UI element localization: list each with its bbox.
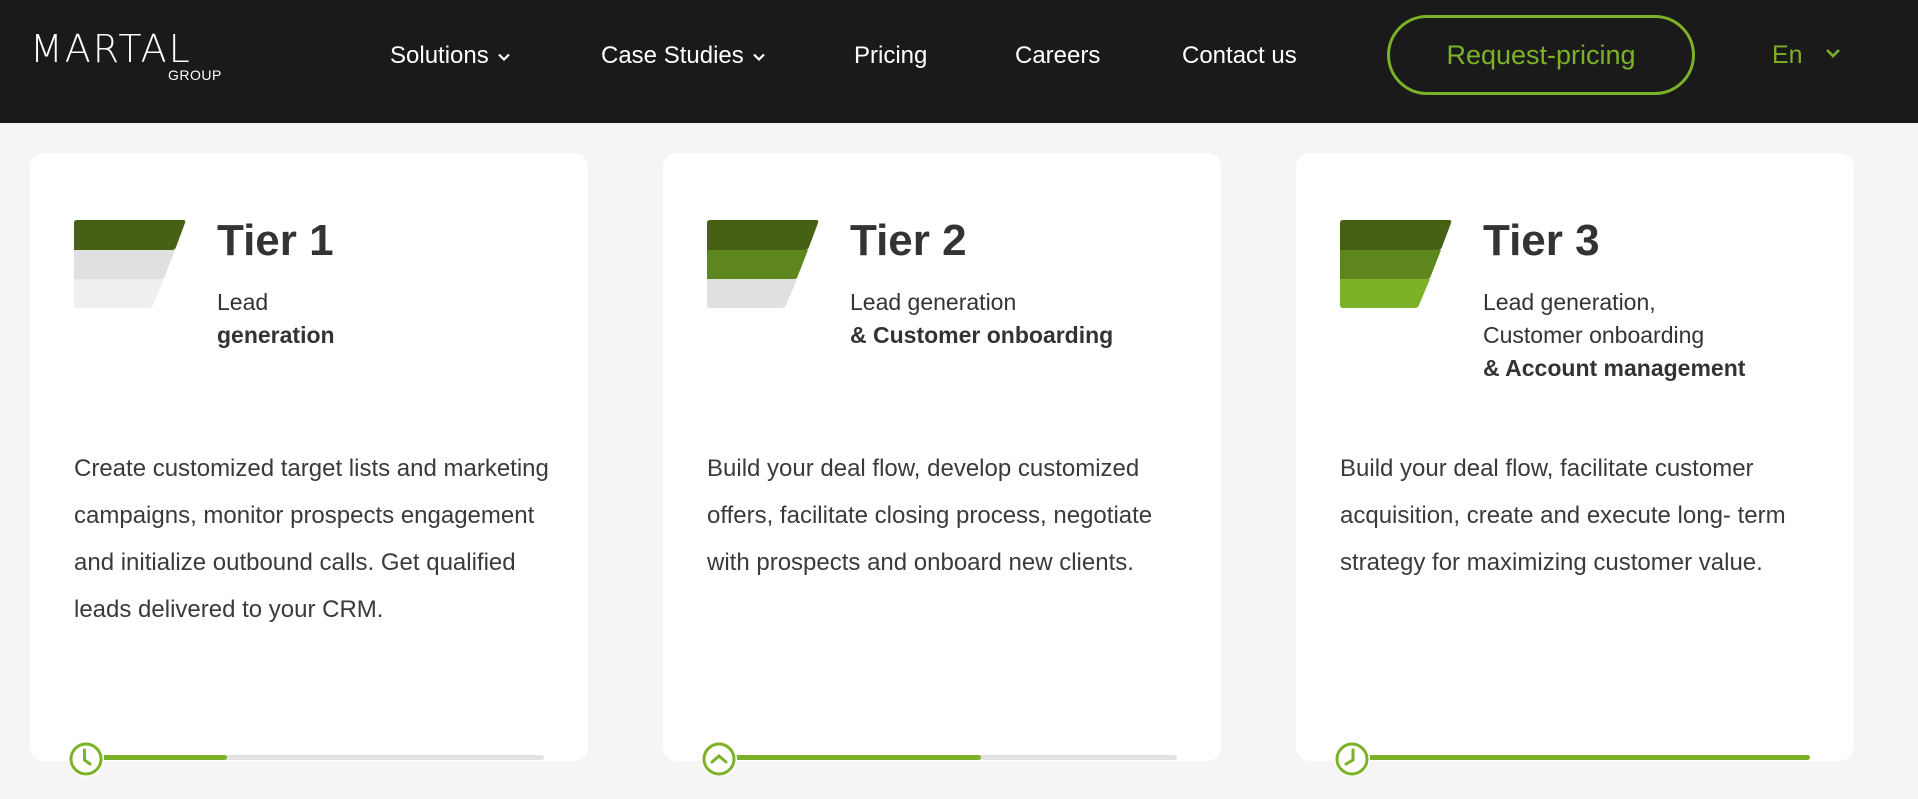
clock-icon: [68, 741, 104, 777]
tier-subtitle: Lead generation: [217, 286, 335, 352]
nav-solutions[interactable]: Solutions: [390, 39, 511, 73]
nav-case-studies[interactable]: Case Studies: [601, 39, 766, 73]
tier-level-icon: [74, 220, 186, 308]
nav-contact-us[interactable]: Contact us: [1182, 39, 1297, 73]
tier-progress: [701, 737, 1177, 777]
logo[interactable]: MARTAL GROUP: [30, 30, 230, 82]
tier-subtitle-line: Lead: [217, 289, 269, 315]
nav-pricing-label: Pricing: [854, 42, 928, 69]
tier-title: Tier 1: [217, 216, 334, 265]
request-pricing-button[interactable]: Request-pricing: [1387, 15, 1695, 95]
chevron-down-icon: [1825, 49, 1840, 58]
tier-title: Tier 2: [850, 216, 967, 265]
tier-subtitle-line: Customer onboarding: [1483, 322, 1705, 348]
tier-subtitle: Lead generation & Customer onboarding: [850, 286, 1113, 352]
tier-subtitle-line: Lead generation,: [1483, 289, 1656, 315]
nav-pricing[interactable]: Pricing: [854, 39, 927, 73]
nav-case-studies-label: Case Studies: [601, 42, 744, 69]
logo-wordmark: MARTAL: [30, 27, 192, 71]
tier-subtitle: Lead generation, Customer onboarding & A…: [1483, 286, 1745, 385]
tier-level-3: [707, 279, 797, 308]
tier-level-1: [707, 220, 819, 250]
tier-progress: [68, 737, 544, 777]
chevron-down-icon: [497, 53, 510, 62]
nav-contact-us-label: Contact us: [1182, 42, 1297, 69]
nav-careers-label: Careers: [1015, 42, 1101, 69]
tier-description: Build your deal flow, develop customized…: [707, 455, 1153, 576]
clock-icon: [1334, 741, 1370, 777]
tier-level-icon: [1340, 220, 1452, 308]
site-header: MARTAL GROUP Solutions Case Studies Pric…: [0, 0, 1918, 123]
tier-subtitle-bold: generation: [217, 322, 335, 348]
progress-track: [1364, 755, 1810, 760]
chevron-up-circle-icon: [701, 741, 737, 777]
progress-fill: [731, 755, 981, 760]
tier-level-2: [1340, 250, 1441, 279]
tier-level-3: [1340, 279, 1430, 308]
tier-card-1: Tier 1 Lead generation Create customized…: [30, 153, 588, 777]
tier-level-1: [1340, 220, 1452, 250]
language-label: En: [1772, 40, 1803, 69]
tier-level-1: [74, 220, 186, 250]
tier-progress: [1334, 737, 1810, 777]
tier-level-icon: [707, 220, 819, 308]
nav-careers[interactable]: Careers: [1015, 39, 1100, 73]
tier-card-2: Tier 2 Lead generation & Customer onboar…: [663, 153, 1221, 777]
progress-fill: [1364, 755, 1810, 760]
tier-level-2: [74, 250, 175, 279]
language-selector[interactable]: En: [1772, 38, 1841, 72]
progress-fill: [98, 755, 228, 760]
tier-level-3: [74, 279, 164, 308]
tier-level-2: [707, 250, 808, 279]
tier-title: Tier 3: [1483, 216, 1600, 265]
tier-subtitle-bold: & Customer onboarding: [850, 322, 1114, 348]
tier-description: Build your deal flow, facilitate custome…: [1340, 455, 1786, 576]
tier-subtitle-bold: & Account management: [1483, 355, 1746, 381]
tier-subtitle-line: Lead generation: [850, 289, 1017, 315]
chevron-down-icon: [752, 53, 765, 62]
progress-track: [731, 755, 1177, 760]
logo-subtitle: GROUP: [168, 67, 222, 83]
progress-track: [98, 755, 544, 760]
tier-description: Create customized target lists and marke…: [74, 455, 549, 623]
tier-card-3: Tier 3 Lead generation, Customer onboard…: [1296, 153, 1854, 777]
nav-solutions-label: Solutions: [390, 42, 489, 69]
